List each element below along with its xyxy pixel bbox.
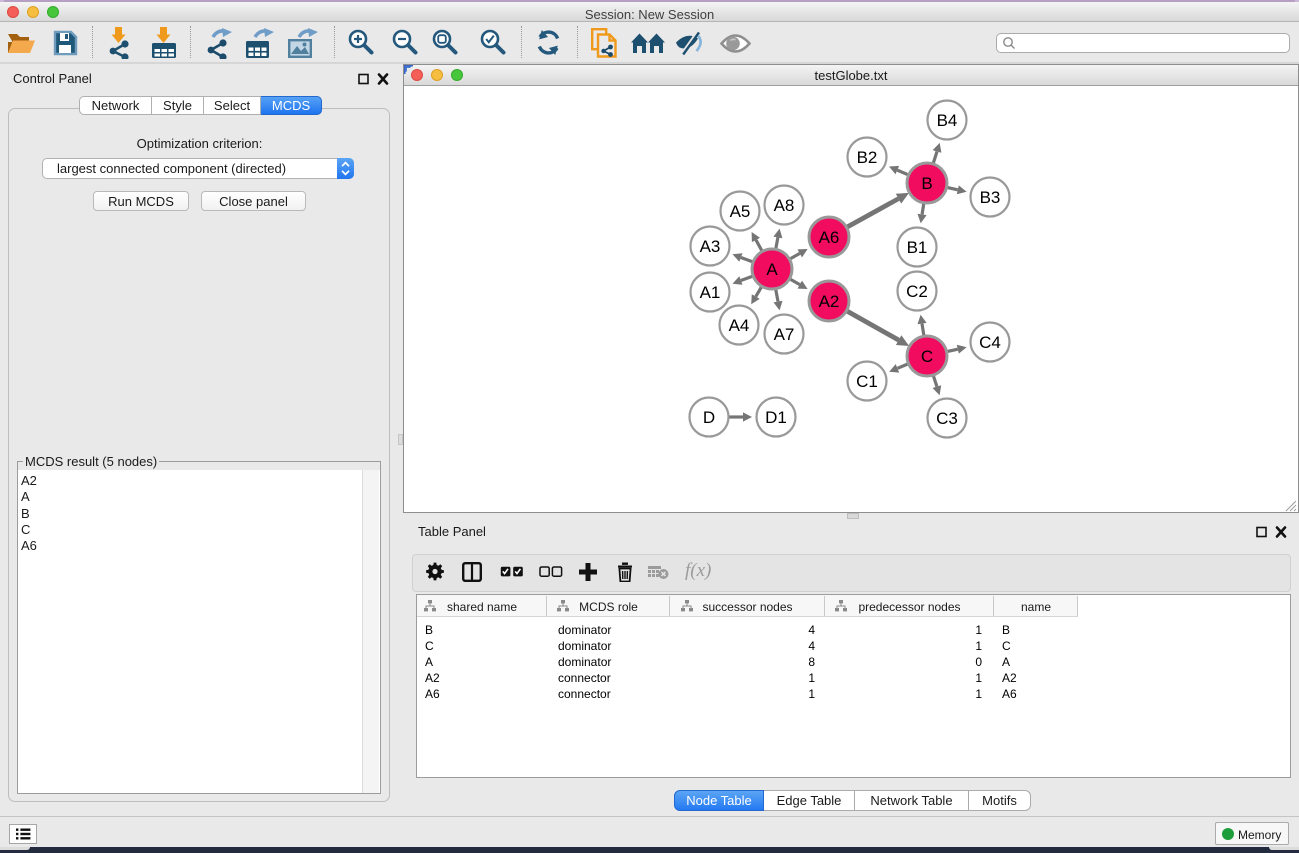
svg-text:A: A (766, 260, 778, 279)
svg-text:A1: A1 (700, 283, 721, 302)
svg-text:B3: B3 (980, 188, 1001, 207)
svg-text:A5: A5 (730, 202, 751, 221)
svg-text:A2: A2 (819, 292, 840, 311)
svg-text:A6: A6 (819, 228, 840, 247)
svg-text:D1: D1 (765, 408, 787, 427)
svg-text:C: C (921, 347, 933, 366)
svg-text:B2: B2 (857, 148, 878, 167)
svg-text:D: D (703, 408, 715, 427)
svg-text:B: B (921, 174, 932, 193)
svg-text:A4: A4 (729, 316, 750, 335)
svg-text:C4: C4 (979, 333, 1001, 352)
svg-text:A3: A3 (700, 237, 721, 256)
svg-text:A7: A7 (774, 325, 795, 344)
svg-text:C1: C1 (856, 372, 878, 391)
svg-text:C3: C3 (936, 409, 958, 428)
svg-text:B1: B1 (907, 238, 928, 257)
svg-text:C2: C2 (906, 282, 928, 301)
svg-text:B4: B4 (937, 111, 958, 130)
svg-text:A8: A8 (774, 196, 795, 215)
